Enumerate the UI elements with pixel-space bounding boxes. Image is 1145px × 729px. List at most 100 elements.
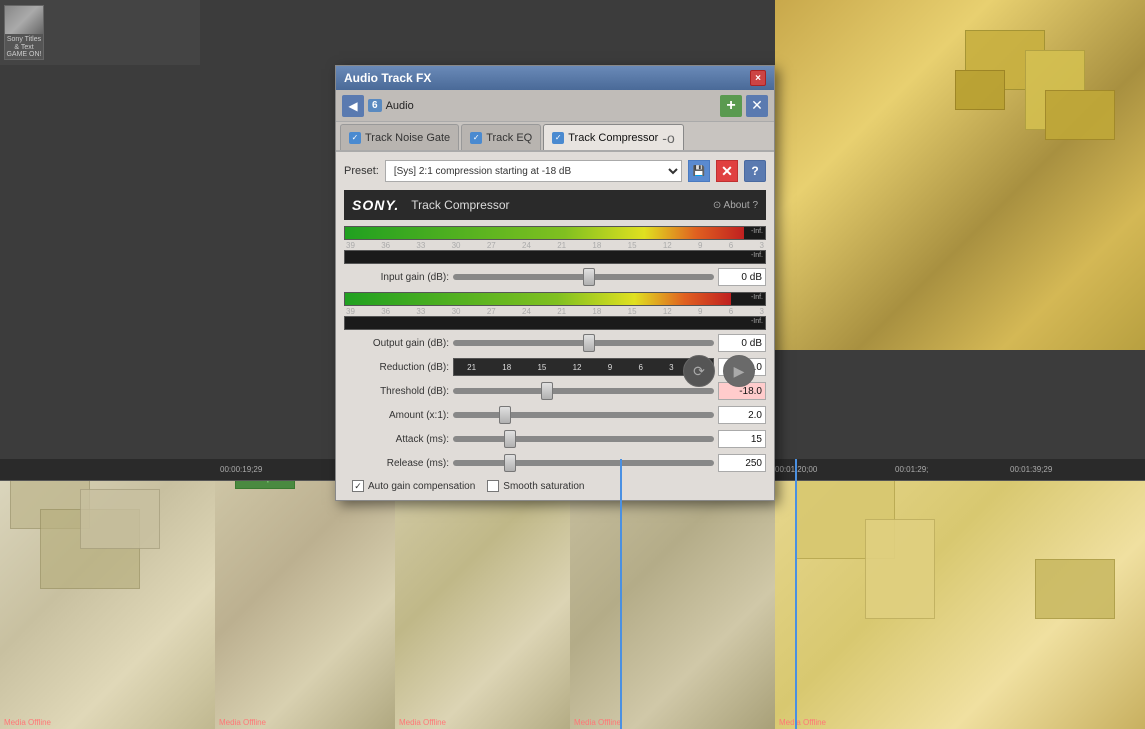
release-label: Release (ms): (344, 458, 449, 469)
smooth-sat-checkbox-item[interactable]: Smooth saturation (487, 480, 584, 492)
media-offline-3: Media Offline (399, 718, 446, 727)
release-row: Release (ms): 250 (344, 454, 766, 472)
dialog-toolbar: ◀ 6 Audio + ✕ (336, 90, 774, 122)
attack-value: 15 (718, 430, 766, 448)
release-slider-track[interactable] (453, 460, 714, 466)
audio-track-fx-dialog: Audio Track FX × ◀ 6 Audio + ✕ ✓ Track N… (335, 65, 775, 501)
input-inf-top: -Inf. (751, 228, 763, 235)
input-meter-bar-mid: -Inf. (344, 250, 766, 264)
plugin-header: SONY. Track Compressor ⊙ About ? (344, 190, 766, 220)
smooth-sat-checkbox[interactable] (487, 480, 499, 492)
tab-eq-check: ✓ (470, 132, 482, 144)
dialog-content: Preset: [Sys] 2:1 compression starting a… (336, 152, 774, 500)
right-preview (775, 0, 1145, 350)
smooth-sat-label: Smooth saturation (503, 481, 584, 492)
preset-help-button[interactable]: ? (744, 160, 766, 182)
input-meter-bar-top: -Inf. (344, 226, 766, 240)
output-meter-bar-mid: -Inf. (344, 316, 766, 330)
play-button[interactable]: ▶ (723, 355, 755, 387)
blue-cursor-2 (795, 459, 797, 729)
preset-delete-button[interactable]: ✕ (716, 160, 738, 182)
dialog-title: Audio Track FX (344, 71, 431, 85)
output-meter-bar-top: -Inf. (344, 292, 766, 306)
output-gain-slider-thumb[interactable] (583, 334, 595, 352)
media-offline-1: Media Offline (4, 718, 51, 727)
auto-gain-checkbox[interactable]: ✓ (352, 480, 364, 492)
output-meter-section: -Inf. 39363330272421181512963 -Inf. (344, 292, 766, 330)
amount-value: 2.0 (718, 406, 766, 424)
attack-label: Attack (ms): (344, 434, 449, 445)
tab-noise-gate-check: ✓ (349, 132, 361, 144)
amount-label: Amount (x:1): (344, 410, 449, 421)
dialog-title-bar: Audio Track FX × (336, 66, 774, 90)
threshold-label: Threshold (dB): (344, 386, 449, 397)
reduction-label: Reduction (dB): (344, 362, 449, 373)
plugin-name: Track Compressor (411, 198, 713, 212)
ruler-time-7: 00:01:39;29 (1010, 465, 1052, 474)
meter-numbers-bottom: 39363330272421181512963 (344, 307, 766, 316)
attack-row: Attack (ms): 15 (344, 430, 766, 448)
input-gain-slider-thumb[interactable] (583, 268, 595, 286)
tab-compressor-label: Track Compressor (568, 132, 658, 144)
toolbar-back-arrow[interactable]: ◀ (342, 95, 364, 117)
thumb-1: Sony Titles & Text GAME ON! (4, 5, 44, 60)
ruler-time-1: 00:00:19;29 (220, 465, 262, 474)
tab-eq-label: Track EQ (486, 132, 532, 144)
top-thumbnail-area: Sony Titles & Text GAME ON! (0, 0, 200, 65)
tab-eq[interactable]: ✓ Track EQ (461, 124, 541, 150)
threshold-slider-track[interactable] (453, 388, 714, 394)
tab-compressor[interactable]: ✓ Track Compressor -o (543, 124, 684, 150)
dialog-close-button[interactable]: × (750, 70, 766, 86)
output-inf-mid: -Inf. (751, 318, 763, 325)
auto-gain-label: Auto gain compensation (368, 481, 475, 492)
attack-slider-thumb[interactable] (504, 430, 516, 448)
track-badge: 6 (368, 99, 382, 112)
meter-numbers-top: 39363330272421181512963 (344, 241, 766, 250)
reduction-numbers: 21181512963 (454, 363, 713, 372)
output-inf-top: -Inf. (751, 294, 763, 301)
input-meter-fill-top (345, 227, 744, 239)
amount-slider-thumb[interactable] (499, 406, 511, 424)
output-gain-row: Output gain (dB): 0 dB (344, 334, 766, 352)
sony-logo: SONY. (352, 197, 399, 213)
toolbar-add-button[interactable]: + (720, 95, 742, 117)
preset-label: Preset: (344, 165, 379, 177)
threshold-slider-thumb[interactable] (541, 382, 553, 400)
toolbar-close-button[interactable]: ✕ (746, 95, 768, 117)
ruler-time-6: 00:01:29; (895, 465, 928, 474)
thumb-label-1: Sony Titles & Text GAME ON! (5, 36, 43, 59)
tab-compressor-dash: -o (662, 130, 674, 146)
preset-row: Preset: [Sys] 2:1 compression starting a… (344, 160, 766, 182)
playback-controls: ⟳ ▶ (683, 355, 755, 387)
input-inf-mid: -Inf. (751, 252, 763, 259)
auto-gain-checkbox-item[interactable]: ✓ Auto gain compensation (352, 480, 475, 492)
release-slider-thumb[interactable] (504, 454, 516, 472)
release-value: 250 (718, 454, 766, 472)
bottom-right-sketch: Media Offline (775, 459, 1145, 729)
attack-slider-track[interactable] (453, 436, 714, 442)
output-gain-slider-track[interactable] (453, 340, 714, 346)
preset-save-button[interactable]: 💾 (688, 160, 710, 182)
input-gain-row: Input gain (dB): 0 dB (344, 268, 766, 286)
input-gain-value: 0 dB (718, 268, 766, 286)
tab-noise-gate[interactable]: ✓ Track Noise Gate (340, 124, 459, 150)
preset-select[interactable]: [Sys] 2:1 compression starting at -18 dB (385, 160, 682, 182)
media-offline-2: Media Offline (219, 718, 266, 727)
input-meter-section: -Inf. 39363330272421181512963 -Inf. (344, 226, 766, 264)
tab-compressor-check: ✓ (552, 132, 564, 144)
output-gain-label: Output gain (dB): (344, 338, 449, 349)
checkboxes-row: ✓ Auto gain compensation Smooth saturati… (344, 480, 766, 492)
track-label: Audio (386, 100, 716, 112)
input-gain-slider-track[interactable] (453, 274, 714, 280)
amount-row: Amount (x:1): 2.0 (344, 406, 766, 424)
media-offline-4: Media Offline (574, 718, 621, 727)
dialog-tabs: ✓ Track Noise Gate ✓ Track EQ ✓ Track Co… (336, 122, 774, 152)
input-gain-label: Input gain (dB): (344, 272, 449, 283)
output-meter-fill-top (345, 293, 731, 305)
media-offline-5: Media Offline (779, 718, 826, 727)
output-gain-value: 0 dB (718, 334, 766, 352)
amount-slider-track[interactable] (453, 412, 714, 418)
reduction-meter: 21181512963 (453, 358, 714, 376)
plugin-about[interactable]: ⊙ About ? (713, 200, 758, 211)
loop-button[interactable]: ⟳ (683, 355, 715, 387)
